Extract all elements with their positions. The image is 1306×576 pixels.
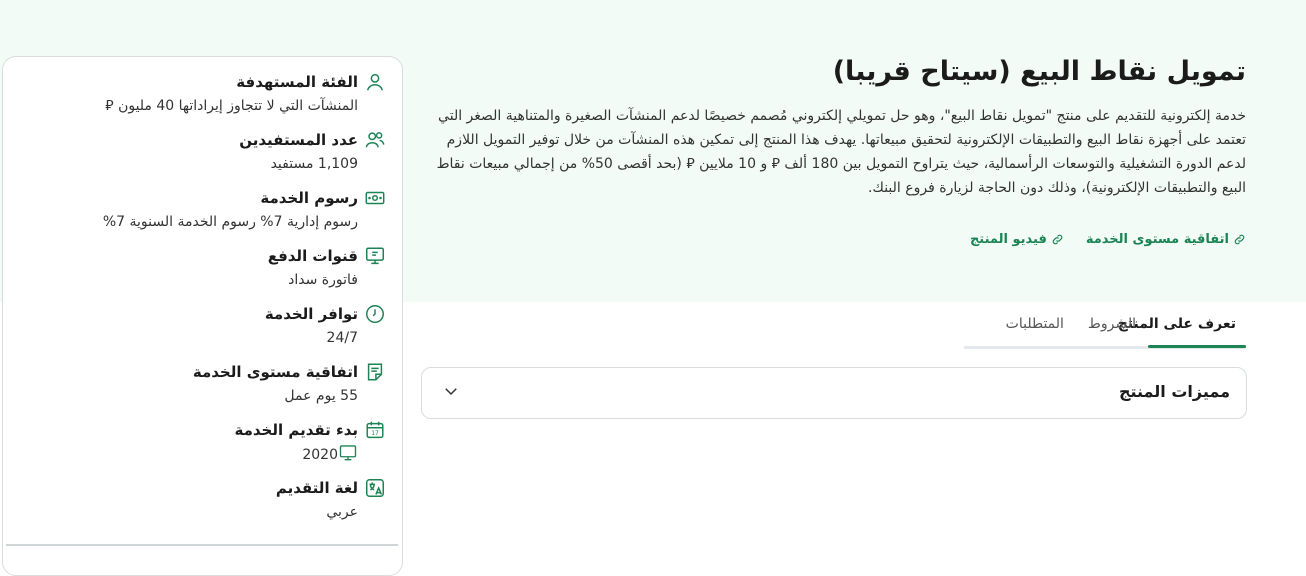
monitor-icon (362, 245, 386, 269)
info-title: قنوات الدفع (267, 247, 358, 265)
tab-about-product[interactable]: تعرف على المنتج (1118, 308, 1246, 348)
info-title: الفئة المستهدفة (236, 73, 358, 91)
start-year: 2020 (302, 447, 338, 463)
sla-link[interactable]: اتفاقية مستوى الخدمة (1086, 232, 1246, 247)
info-value: 2020 (19, 443, 358, 466)
product-links: اتفاقية مستوى الخدمة فيديو المنتج (970, 232, 1246, 247)
chevron-down-icon[interactable] (442, 382, 460, 400)
info-value: 55 يوم عمل (284, 388, 358, 404)
info-value: المنشآت التي لا تتجاوز إيراداتها 40 مليو… (105, 98, 358, 114)
info-target-group: الفئة المستهدفة المنشآت التي لا تتجاوز إ… (19, 71, 384, 117)
calendar-icon: 17 (362, 419, 386, 443)
info-value: رسوم إدارية 7% رسوم الخدمة السنوية 7% (102, 214, 358, 230)
info-value: 1,109 مستفيد (270, 156, 358, 172)
translate-icon (362, 477, 386, 501)
monitor-icon (338, 443, 358, 463)
product-features-accordion[interactable]: مميزات المنتج (421, 367, 1247, 419)
info-payment-channels: قنوات الدفع فاتورة سداد (19, 245, 384, 291)
money-icon (362, 187, 386, 211)
info-title: بدء تقديم الخدمة (234, 421, 358, 439)
user-icon (362, 71, 386, 95)
product-video-link[interactable]: فيديو المنتج (970, 232, 1064, 247)
link-icon (1052, 234, 1063, 245)
info-title: لغة التقديم (275, 479, 358, 497)
info-value: 24/7 (326, 330, 358, 346)
info-title: عدد المستفيدين (239, 131, 358, 149)
sidebar-divider (6, 544, 398, 546)
info-title: توافر الخدمة (264, 305, 358, 323)
product-tabs: تعرف على المنتج الشروط المتطلبات (964, 308, 1246, 349)
info-title: اتفاقية مستوى الخدمة (192, 363, 358, 381)
info-beneficiaries: عدد المستفيدين 1,109 مستفيد (19, 129, 385, 175)
info-sla: اتفاقية مستوى الخدمة 55 يوم عمل (19, 361, 383, 407)
clock-icon (362, 303, 386, 327)
accordion-title: مميزات المنتج (1118, 382, 1230, 401)
info-value: عربي (326, 504, 358, 520)
info-value: فاتورة سداد (288, 272, 358, 288)
info-title: رسوم الخدمة (260, 189, 358, 207)
link-icon (1234, 234, 1245, 245)
service-info-card: الفئة المستهدفة المنشآت التي لا تتجاوز إ… (2, 56, 403, 576)
info-fees: رسوم الخدمة رسوم إدارية 7% رسوم الخدمة ا… (19, 187, 385, 233)
document-icon (362, 361, 386, 385)
info-availability: توافر الخدمة 24/7 (19, 303, 384, 349)
svg-text:17: 17 (371, 430, 379, 437)
link-label: اتفاقية مستوى الخدمة (1085, 232, 1229, 247)
users-icon (362, 129, 386, 153)
page-title: تمويل نقاط البيع (سيتاح قريبا) (832, 56, 1246, 87)
info-language: لغة التقديم عربي (19, 477, 384, 523)
info-start-date: 17 بدء تقديم الخدمة 2020 (19, 419, 384, 466)
tab-requirements[interactable]: المتطلبات (994, 308, 1076, 345)
link-label: فيديو المنتج (969, 232, 1047, 247)
product-description: خدمة إلكترونية للتقديم على منتج "تمويل ن… (436, 108, 1246, 196)
tab-conditions[interactable]: الشروط (1076, 308, 1148, 345)
